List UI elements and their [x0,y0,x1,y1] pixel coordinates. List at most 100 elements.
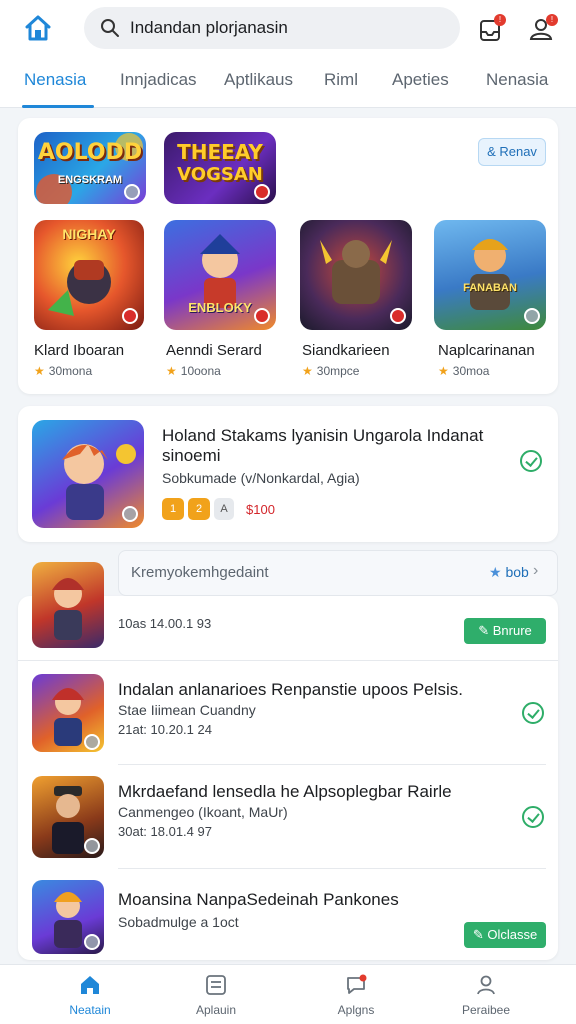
bottom-navigation: Neatain Aplauin Aplgns Peraibee [0,964,576,1024]
installed-mark [122,506,138,522]
update-3-title[interactable]: Mkrdaefand lensedla he Alpsoplegbar Rair… [118,782,452,802]
game-4-rating: ★ 30moa [438,364,490,378]
update-4-subtitle: Sobadmulge a 1oct [118,914,239,930]
game-1-rating: ★ 30mona [34,364,93,378]
update-2-subtitle: Stae Iiimean Cuandny [118,702,256,718]
update-2-title[interactable]: Indalan anlanarioes Renpanstie upoos Pel… [118,680,463,700]
nav-home-label: Neatain [69,1003,111,1017]
flag-mark [254,184,270,200]
game-tile-4-art[interactable]: FANABAN [434,220,546,330]
search-bar[interactable] [84,7,460,49]
update-3-subtitle: Canmengeo (Ikoant, MaUr) [118,804,288,820]
update-3-art[interactable] [32,776,104,858]
installed-mark [124,184,140,200]
home-icon [81,976,99,994]
promo-subtitle: Sobkumade (v/Nonkardal, Agia) [162,470,360,486]
profile-badge: ! [546,14,558,26]
nav-apps[interactable]: Aplauin [171,973,261,1021]
game-1-art-text: NIGHAY [62,226,116,242]
promo-title: Holand Stakams lyanisin Ungarola Indanat [162,426,484,445]
banner-1-title: AOLODD [37,140,143,165]
game-2-name[interactable]: Aenndi Serard [166,342,262,359]
note-row-art [32,562,104,648]
promo-card[interactable]: Holand Stakams lyanisin Ungarola Indanat… [18,406,558,542]
update-4-action-button[interactable]: ✎ Olclasse [464,922,546,948]
tab-innjadicas[interactable]: Innjadicas [120,70,197,90]
featured-section: AOLODD ENGSKRAM THEEAY VOGSAN & Renav NI… [18,118,558,394]
update-2-art[interactable] [32,674,104,752]
game-tile-2-art[interactable]: ENBLOKY [164,220,276,330]
banner-2-title: THEEAY [177,140,263,164]
check-icon[interactable] [522,702,544,724]
banner-game-2[interactable]: THEEAY VOGSAN [164,132,276,204]
tab-riml[interactable]: Riml [324,70,358,90]
nav-home[interactable]: Neatain [45,973,135,1021]
promo-tags: 1 2 A $100 [162,498,275,520]
check-icon[interactable] [520,450,542,472]
note-game-art [52,578,84,640]
installed-mark [84,734,100,750]
home-icon [25,15,51,41]
category-tabs: Nenasia Innjadicas Aptlikaus Riml Apetie… [0,56,576,108]
game-1-name[interactable]: Klard Iboaran [34,342,124,359]
search-icon [101,19,119,37]
note-row[interactable]: Kremyokemhgedaint ★ bob › [118,550,558,596]
flag-mark [254,308,270,324]
apps-icon [206,975,226,995]
divider [118,764,546,765]
divider [18,660,558,661]
edit-icon: ✎ [472,927,488,942]
star-icon: ★ [438,364,449,378]
update-4-title[interactable]: Moansina NanpaSedeinah Pankones [118,890,399,910]
promo-price: $100 [246,501,275,517]
follow-button[interactable]: & Renav [478,138,546,166]
tab-nenasia[interactable]: Nenasia [24,70,86,90]
inbox-badge: ! [494,14,506,26]
update-3-date: 30at: 18.01.4 97 [118,824,212,839]
divider [118,868,546,869]
check-icon[interactable] [522,806,544,828]
person-icon [477,975,495,995]
game-2-rating: ★ 10oona [166,364,221,378]
flag-mark [122,308,138,324]
banner-2-subtitle: VOGSAN [177,164,263,185]
nav-profile[interactable]: Peraibee [441,973,531,1021]
update-1-action-button[interactable]: ✎ Bnrure [464,618,546,644]
note-row-text: Kremyokemhgedaint [131,564,269,581]
nav-chat[interactable]: Aplgns [311,973,401,1021]
installed-mark [524,308,540,324]
search-input[interactable] [130,18,430,38]
update-1-date: 10as 14.00.1 93 [118,616,212,631]
tab-nenasia-2[interactable]: Nenasia [486,70,548,90]
game-tile-1-art[interactable]: NIGHAY [34,220,144,330]
update-4-art[interactable] [32,880,104,954]
nav-apps-label: Aplauin [195,1003,237,1017]
game-4-name[interactable]: Naplcarinanan [438,342,535,359]
banner-game-1[interactable]: AOLODD ENGSKRAM [34,132,146,204]
tab-apeties[interactable]: Apeties [392,70,449,90]
active-tab-indicator [22,105,94,108]
promo-art [32,420,144,528]
game-tile-3-art[interactable] [300,220,412,330]
note-row-action[interactable]: ★ bob [489,564,529,581]
app-screen: ! ! Nenasia Innjadicas Aptlikaus Riml Ap… [0,0,576,1024]
star-icon: ★ [489,564,506,580]
profile-alert-button[interactable]: ! [526,12,560,46]
nav-chat-label: Aplgns [337,1003,375,1017]
installed-mark [84,934,100,950]
promo-tag-1: 1 [162,498,184,520]
game-3-rating: ★ 30mpce [302,364,360,378]
tab-aptlikaus[interactable]: Aptlikaus [224,70,293,90]
star-icon: ★ [166,364,177,378]
flag-mark [390,308,406,324]
home-button[interactable] [22,12,54,44]
game-3-name[interactable]: Siandkarieen [302,342,390,359]
chevron-right-icon: › [533,562,539,579]
promo-title-line2: sinoemi [162,446,221,465]
update-2-date: 21at: 10.20.1 24 [118,722,212,737]
top-bar: ! ! [0,0,576,56]
inbox-button[interactable]: ! [474,12,508,46]
star-icon: ★ [302,364,313,378]
edit-icon: ✎ [478,623,493,638]
nav-profile-label: Peraibee [461,1003,511,1017]
